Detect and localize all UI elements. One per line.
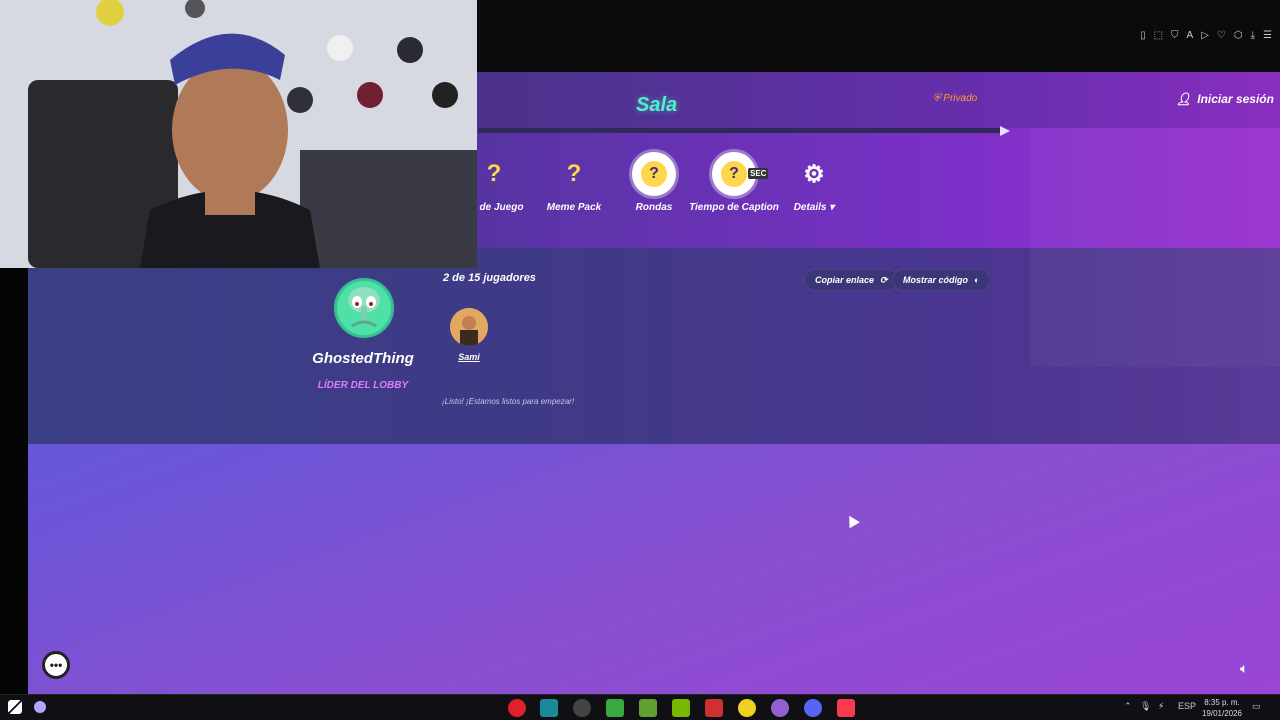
app-icon[interactable] [573,699,591,717]
webcam-feed [0,0,477,268]
user-icon: 👤︎ [1176,92,1192,106]
progress-marker [1000,126,1010,136]
player-name[interactable]: Sami [446,352,492,362]
microphone-icon[interactable]: 🎙︎ [1140,701,1151,712]
link-icon: ⟳ [880,274,888,285]
setting-label: Details ▾ [793,202,835,213]
login-button[interactable]: 👤︎ Iniciar sesión [1176,92,1274,106]
player-count: 2 de 15 jugadores [443,272,536,284]
mouse-cursor-icon [844,512,860,529]
volume-icon[interactable]: 🔈︎ [1240,660,1260,678]
shield-icon[interactable]: ⛉ [1171,30,1179,41]
chat-app-icon[interactable] [771,699,789,717]
download-icon[interactable]: ⤓ [1251,30,1255,41]
notifications-icon[interactable]: ▭ [1252,701,1261,712]
minecraft-icon[interactable] [606,699,624,717]
setting-details[interactable]: ⚙ Details ▾ [764,152,864,214]
clock[interactable]: 8:35 p. m. 19/01/2026 [1196,697,1248,719]
play-icon[interactable]: ▷ [1201,30,1209,41]
webcam-overlay [0,0,477,268]
opera-icon[interactable] [508,699,526,717]
discord-icon[interactable] [804,699,822,717]
chevron-up-icon[interactable]: ⌃ [1124,701,1132,712]
music-icon[interactable] [837,699,855,717]
taskbar: ⌃ 🎙︎ ⚡︎ ESP 8:35 p. m. 19/01/2026 ▭ [0,694,1280,720]
privacy-toggle[interactable]: ⛨ Privado [933,93,977,104]
player-avatar[interactable] [450,308,488,346]
ready-message: ¡Listo! ¡Estamos listos para empezar! [442,397,575,406]
duck-icon[interactable] [738,699,756,717]
chevron-down-icon: ▾ [829,202,835,213]
chat-button[interactable]: ••• [42,651,70,679]
app-icon[interactable] [540,699,558,717]
leader-avatar [334,278,394,338]
question-icon: ? [566,160,582,187]
translate-icon[interactable]: A [1187,30,1194,41]
eye-icon: ◐ [974,275,980,285]
squidward-avatar-icon [348,287,380,328]
screenshot-icon[interactable]: ⬚ [1154,30,1163,41]
question-icon: ? [486,160,502,187]
privacy-label: Privado [943,93,978,104]
leader-role: LÍDER DEL LOBBY [317,380,409,391]
heart-icon[interactable]: ♡ [1217,30,1226,41]
extensions-icon[interactable]: ⬡ [1234,30,1243,41]
nvidia-icon[interactable] [672,699,690,717]
clock-time: 8:35 p. m. [1204,698,1240,707]
browser-toolbar-icons: ▯ ⬚ ⛉ A ▷ ♡ ⬡ ⤓ ☰ [1140,30,1272,41]
network-icon[interactable]: ⚡︎ [1158,701,1164,712]
leader-name: GhostedThing [312,350,414,367]
windows-start-icon[interactable] [8,700,22,714]
chat-bubble-icon: ••• [49,658,63,672]
copy-link-label: Copiar enlace [815,275,875,285]
gear-icon: ⚙ [803,160,825,188]
show-code-button[interactable]: Mostrar código ◐ [892,269,991,291]
menu-icon[interactable]: ☰ [1263,30,1272,41]
player-avatar-icon [450,308,488,346]
login-label: Iniciar sesión [1197,92,1274,106]
clock-date: 19/01/2026 [1201,709,1243,718]
page-title: Sala [636,94,678,116]
app-icon[interactable] [705,699,723,717]
app-icon[interactable] [639,699,657,717]
copy-link-button[interactable]: Copiar enlace ⟳ [804,269,899,291]
show-code-label: Mostrar código [903,275,969,285]
bookmark-icon[interactable]: ▯ [1140,30,1146,41]
lock-icon: ⛨ [933,93,941,104]
language-indicator[interactable]: ESP [1178,701,1196,711]
search-icon[interactable] [34,701,46,713]
question-badge-icon: ? [632,152,676,196]
progress-bar [478,128,1000,133]
